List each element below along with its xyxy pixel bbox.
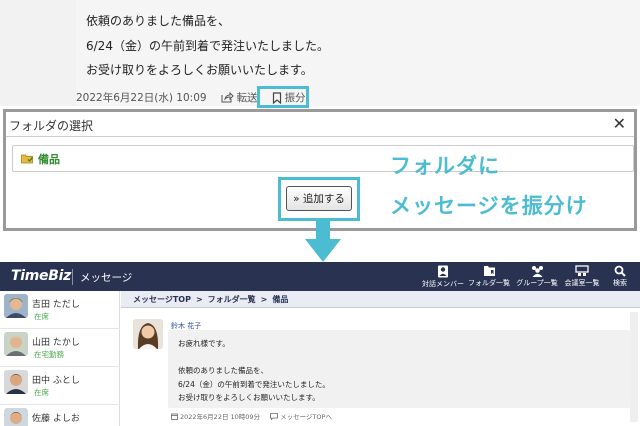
header-divider bbox=[72, 269, 73, 285]
down-arrow-icon bbox=[305, 219, 341, 262]
breadcrumb-message-top[interactable]: メッセージTOP bbox=[133, 294, 191, 305]
sender-avatar bbox=[133, 319, 163, 349]
app-screen: TimeBiz メッセージ 対話メンバー フォルダ一覧 グループ一覧 会議室一覧… bbox=[0, 262, 640, 426]
app-logo: TimeBiz bbox=[11, 268, 71, 284]
nav-label: 検索 bbox=[613, 279, 627, 287]
section-title: メッセージ bbox=[80, 272, 133, 284]
app-header: TimeBiz メッセージ 対話メンバー フォルダ一覧 グループ一覧 会議室一覧… bbox=[0, 262, 640, 291]
folder-icon bbox=[483, 266, 495, 276]
contact-name: 吉田 ただし bbox=[32, 300, 80, 310]
breadcrumb-separator: > bbox=[260, 294, 268, 304]
dialog-divider bbox=[6, 136, 634, 137]
contact-item[interactable]: 田中 ふとし 在席 bbox=[0, 367, 120, 405]
annotation-line-1: フォルダに bbox=[390, 154, 500, 178]
message-line-3: お受け取りをよろしくお願いいたします。 bbox=[86, 63, 313, 77]
avatar bbox=[4, 294, 28, 318]
breadcrumb-separator: > bbox=[195, 294, 203, 304]
folder-item-bihin[interactable]: 備品 bbox=[12, 145, 634, 172]
forward-label: 転送 bbox=[236, 92, 258, 104]
avatar bbox=[4, 370, 28, 394]
nav-folders[interactable]: フォルダ一覧 bbox=[466, 262, 512, 291]
contact-status: 在宅勤務 bbox=[34, 350, 64, 359]
contact-status: 在席 bbox=[34, 312, 49, 321]
avatar bbox=[4, 332, 28, 356]
nav-label: 会議室一覧 bbox=[564, 279, 600, 287]
forward-icon bbox=[221, 92, 234, 103]
contact-status: 在席 bbox=[34, 388, 49, 397]
chat-icon bbox=[270, 412, 278, 420]
message-area: メッセージTOP > フォルダ一覧 > 備品 鈴木 花子 お疲れ様です。 依頼の… bbox=[121, 291, 640, 426]
contact-sidebar: 吉田 ただし 在席 山田 たかし 在宅勤務 田中 ふとし 在席 佐藤 よしお bbox=[0, 291, 120, 426]
message-bubble: お疲れ様です。 依頼のありました備品を、 6/24（金）の午前到着で発注いたしま… bbox=[168, 330, 630, 408]
nav-groups[interactable]: グループ一覧 bbox=[514, 262, 560, 291]
contact-item[interactable]: 山田 たかし 在宅勤務 bbox=[0, 329, 120, 367]
contact-name: 田中 ふとし bbox=[32, 376, 80, 386]
message-line-1: 依頼のありました備品を、 bbox=[86, 14, 231, 28]
message-line-1: お疲れ様です。 bbox=[178, 339, 230, 348]
breadcrumb-current-folder: 備品 bbox=[272, 294, 289, 304]
nav-meeting-rooms[interactable]: 会議室一覧 bbox=[562, 262, 602, 291]
folder-select-dialog: フォルダの選択 ✕ 備品 » 追加する フォルダに メッセージを振分け bbox=[3, 109, 637, 231]
group-icon bbox=[531, 266, 543, 277]
nav-members[interactable]: 対話メンバー bbox=[422, 262, 464, 291]
folder-label: 備品 bbox=[38, 152, 60, 166]
contact-name: 山田 たかし bbox=[32, 338, 80, 348]
breadcrumb: メッセージTOP > フォルダ一覧 > 備品 bbox=[121, 291, 640, 308]
message-line-5: お受け取りをよろしくお願いいたします。 bbox=[178, 393, 320, 402]
message-timestamp-group: 2022年6月22日 10時09分 bbox=[171, 411, 260, 421]
avatar bbox=[4, 408, 28, 426]
nav-label: グループ一覧 bbox=[516, 279, 558, 287]
nav-label: フォルダ一覧 bbox=[468, 279, 510, 287]
scrollbar[interactable] bbox=[630, 312, 638, 422]
folder-icon bbox=[21, 154, 34, 164]
breadcrumb-folder-list[interactable]: フォルダ一覧 bbox=[208, 294, 256, 305]
forward-button[interactable]: 転送 bbox=[221, 90, 258, 105]
contact-item[interactable]: 佐藤 よしお bbox=[0, 405, 120, 426]
back-to-top-link[interactable]: メッセージTOPへ bbox=[270, 411, 332, 421]
nav-search[interactable]: 検索 bbox=[604, 262, 636, 291]
contact-name: 佐藤 よしお bbox=[32, 414, 80, 424]
person-icon bbox=[438, 265, 448, 277]
message-line-3: 依頼のありました備品を、 bbox=[178, 366, 268, 375]
close-button[interactable]: ✕ bbox=[613, 114, 626, 133]
dialog-title: フォルダの選択 bbox=[9, 119, 94, 133]
add-button-highlight bbox=[278, 177, 360, 221]
message-meta: 2022年6月22日 10時09分 メッセージTOPへ bbox=[171, 411, 332, 421]
meeting-room-icon bbox=[575, 265, 589, 276]
sort-button-highlight bbox=[257, 86, 309, 108]
message-line-4: 6/24（金）の午前到着で発注いたしました。 bbox=[178, 380, 330, 389]
calendar-icon bbox=[171, 413, 178, 420]
contact-item[interactable]: 吉田 ただし 在席 bbox=[0, 291, 120, 329]
search-icon bbox=[614, 265, 626, 277]
back-to-top-label: メッセージTOPへ bbox=[280, 413, 332, 421]
annotation-line-2: メッセージを振分け bbox=[390, 194, 588, 218]
message-line-2: 6/24（金）の午前到着で発注いたしました。 bbox=[86, 39, 329, 53]
message-timestamp: 2022年6月22日(水) 10:09 bbox=[76, 92, 207, 104]
nav-label: 対話メンバー bbox=[422, 279, 464, 288]
message-timestamp: 2022年6月22日 10時09分 bbox=[180, 413, 261, 421]
